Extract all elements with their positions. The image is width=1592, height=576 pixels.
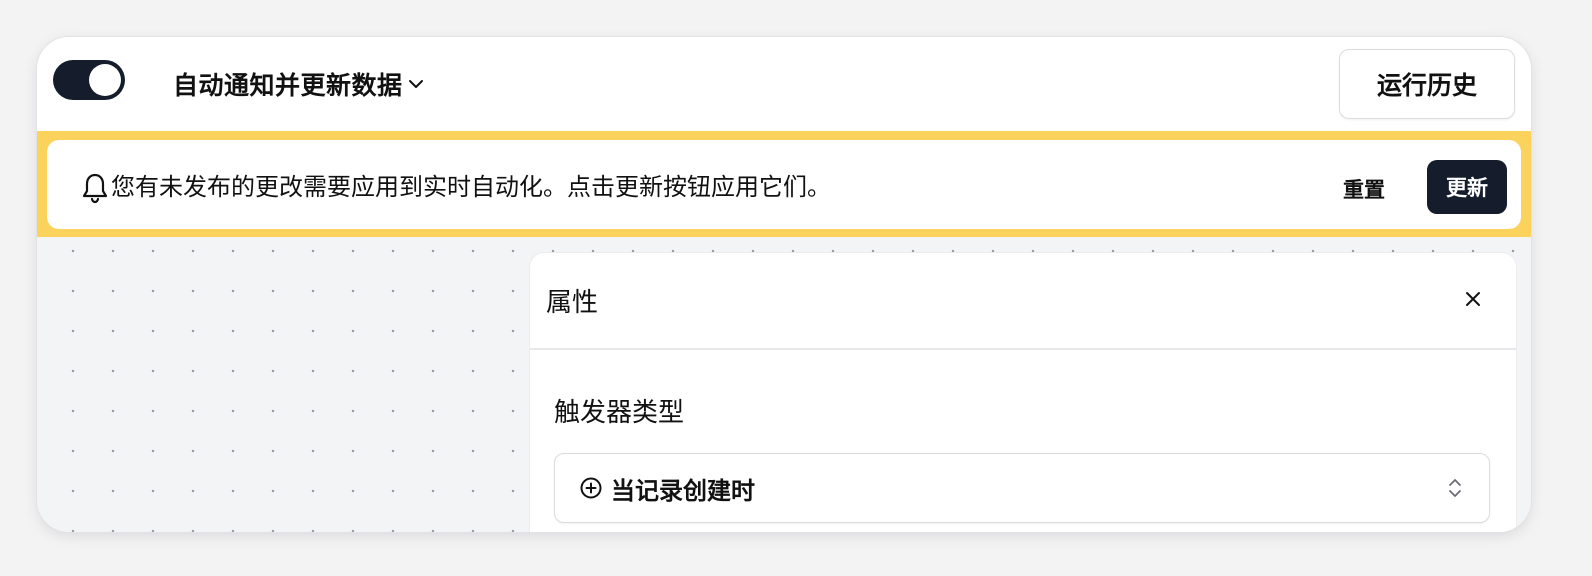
trigger-type-value: 当记录创建时 [611,476,755,505]
properties-panel: 属性 触发器类型 当记录创建时 [530,253,1516,532]
toggle-knob [89,64,121,96]
bell-icon [82,173,108,204]
automation-enable-toggle[interactable] [53,60,125,100]
trigger-type-select[interactable]: 当记录创建时 [554,453,1490,523]
plus-circle-icon [580,477,602,499]
panel-title: 属性 [546,288,599,318]
properties-panel-header: 属性 [530,253,1516,350]
close-icon[interactable] [1464,290,1482,308]
chevron-up-down-icon [1449,479,1461,497]
banner-message: 您有未发布的更改需要应用到实时自动化。点击更新按钮应用它们。 [111,173,831,201]
update-button[interactable]: 更新 [1427,160,1507,214]
workflow-title-dropdown[interactable]: 自动通知并更新数据 [173,65,425,103]
banner-card: 您有未发布的更改需要应用到实时自动化。点击更新按钮应用它们。 重置 更新 [47,140,1521,229]
trigger-type-label: 触发器类型 [554,398,685,428]
automation-editor-window: 自动通知并更新数据 运行历史 您有未发布的更改需要应用到实时自动化。点击更新按钮… [37,37,1531,532]
unpublished-changes-banner: 您有未发布的更改需要应用到实时自动化。点击更新按钮应用它们。 重置 更新 [37,131,1531,237]
reset-button[interactable]: 重置 [1329,162,1399,216]
header-bar: 自动通知并更新数据 运行历史 [37,37,1531,131]
chevron-down-icon [408,80,423,88]
workflow-title: 自动通知并更新数据 [173,71,403,100]
run-history-button[interactable]: 运行历史 [1339,49,1515,119]
